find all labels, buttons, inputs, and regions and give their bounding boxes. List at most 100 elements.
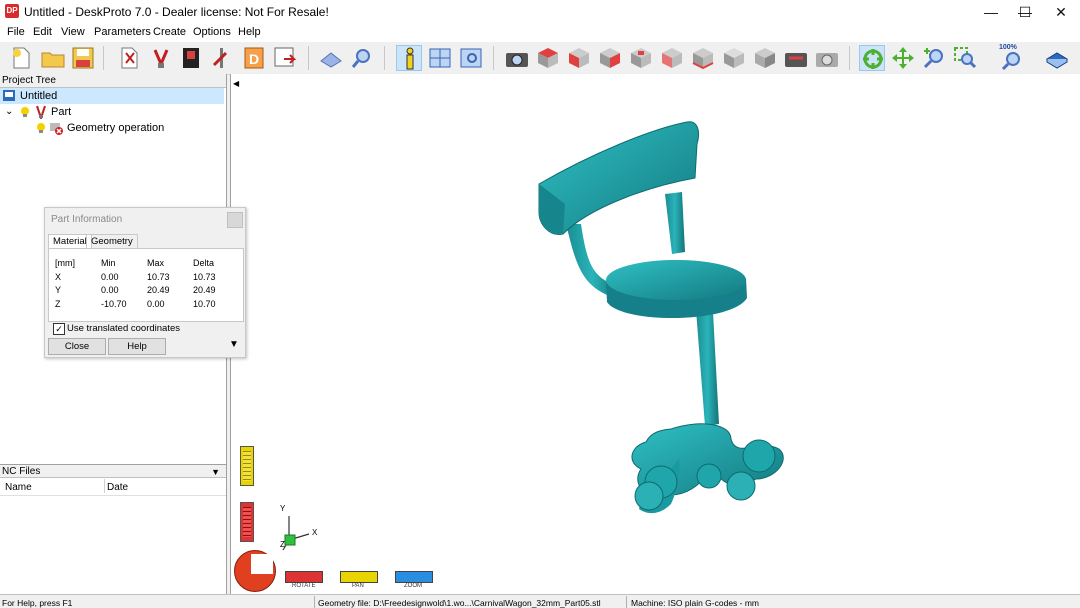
window-title: Untitled - DeskProto 7.0 - Dealer licens… bbox=[24, 5, 329, 19]
view-rotate-icon[interactable] bbox=[783, 45, 809, 71]
axis-triad bbox=[281, 506, 341, 556]
app-icon: DP bbox=[5, 4, 19, 18]
menu-options[interactable]: Options bbox=[193, 26, 231, 38]
tree-item-part[interactable]: ⌄ Part bbox=[0, 104, 224, 122]
zoom-mode-bar[interactable] bbox=[395, 571, 433, 583]
zoom-mode-label: ZOOM bbox=[404, 583, 422, 589]
row-axis: X bbox=[55, 272, 62, 282]
view-iso2-icon[interactable] bbox=[752, 45, 778, 71]
view-reset-icon[interactable] bbox=[814, 45, 840, 71]
translated-coordinates-checkbox[interactable]: ✓ bbox=[53, 323, 65, 335]
view-right-icon[interactable] bbox=[597, 45, 623, 71]
snapshot-icon[interactable] bbox=[504, 45, 530, 71]
zoom-window-icon[interactable] bbox=[952, 45, 978, 71]
col-max: Max bbox=[147, 258, 165, 268]
viewport-icon[interactable] bbox=[427, 45, 453, 71]
view-back-icon[interactable] bbox=[628, 45, 654, 71]
open-icon[interactable] bbox=[40, 45, 66, 71]
row-axis: Y bbox=[55, 285, 62, 295]
view-iso-icon[interactable] bbox=[721, 45, 747, 71]
nc-column-date[interactable]: Date bbox=[107, 482, 128, 493]
rotate-wheel[interactable] bbox=[240, 502, 254, 542]
col-unit: [mm] bbox=[55, 258, 75, 268]
row-min: 0.00 bbox=[101, 272, 119, 282]
help-button[interactable]: Help bbox=[108, 338, 166, 355]
menu-parameters[interactable]: Parameters bbox=[94, 26, 151, 38]
import-vector-icon[interactable] bbox=[148, 45, 174, 71]
axis-z-label: Z bbox=[280, 540, 285, 549]
search-icon[interactable] bbox=[349, 45, 375, 71]
menu-file[interactable]: File bbox=[7, 26, 25, 38]
dialog-close-button[interactable] bbox=[227, 212, 243, 228]
tree-item-label: Untitled bbox=[20, 90, 58, 102]
create-vector-icon[interactable] bbox=[210, 45, 236, 71]
dialog-title: Part Information bbox=[51, 214, 123, 225]
chair-model bbox=[538, 121, 784, 514]
row-delta: 20.49 bbox=[193, 285, 216, 295]
minimize-button-2[interactable]: — bbox=[974, 0, 1008, 24]
zoom-100-label: 100% bbox=[999, 44, 1017, 51]
view-left-icon[interactable] bbox=[659, 45, 685, 71]
row-max: 20.49 bbox=[147, 285, 170, 295]
chevron-down-icon[interactable]: ⌄ bbox=[5, 104, 13, 120]
import-bitmap-icon[interactable] bbox=[179, 45, 205, 71]
maximize-button[interactable]: ☐ bbox=[1008, 0, 1042, 24]
nc-files-header: NC Files ▼ bbox=[0, 464, 226, 478]
preview-icon[interactable] bbox=[458, 45, 484, 71]
project-tree-header: Project Tree bbox=[0, 74, 226, 88]
row-min: -10.70 bbox=[101, 299, 127, 309]
info-icon[interactable] bbox=[396, 45, 422, 71]
view-front-icon[interactable] bbox=[566, 45, 592, 71]
row-axis: Z bbox=[55, 299, 61, 309]
close-button[interactable]: ✕ bbox=[1044, 0, 1078, 24]
rotate-mode-icon[interactable] bbox=[859, 45, 885, 71]
rotate-mode-label: ROTATE bbox=[292, 583, 316, 589]
part-information-dialog: Part Information Material Geometry [mm] … bbox=[44, 207, 246, 358]
translated-coordinates-label: Use translated coordinates bbox=[67, 323, 181, 334]
lightbulb-icon[interactable] bbox=[36, 122, 46, 139]
row-min: 0.00 bbox=[101, 285, 119, 295]
axis-x-label: X bbox=[312, 528, 318, 537]
zoom-wheel[interactable] bbox=[240, 446, 254, 486]
expand-arrow-icon[interactable]: ▼ bbox=[229, 339, 239, 350]
pan-mode-icon[interactable] bbox=[890, 45, 916, 71]
save-icon[interactable] bbox=[70, 45, 96, 71]
nc-files-title: NC Files bbox=[2, 466, 41, 477]
geometry-operation-icon bbox=[49, 121, 63, 140]
tree-item-untitled[interactable]: Untitled bbox=[0, 88, 224, 104]
col-min: Min bbox=[101, 258, 116, 268]
menu-create[interactable]: Create bbox=[153, 26, 186, 38]
menu-edit[interactable]: Edit bbox=[33, 26, 52, 38]
menu-view[interactable]: View bbox=[61, 26, 85, 38]
tree-item-geometry-operation[interactable]: Geometry operation bbox=[0, 120, 224, 136]
3d-viewport[interactable]: ◀ Y X Z ROTATE PAN ZOOM bbox=[230, 74, 1080, 594]
create-bitmap-icon[interactable]: D bbox=[241, 45, 267, 71]
tree-item-label: Geometry operation bbox=[67, 122, 165, 134]
menu-bar: File Edit View Parameters Create Options… bbox=[0, 24, 1080, 42]
row-max: 10.73 bbox=[147, 272, 170, 282]
rotate-mode-bar[interactable] bbox=[285, 571, 323, 583]
row-max: 0.00 bbox=[147, 299, 165, 309]
dial-mask bbox=[251, 554, 273, 574]
part-info-table: [mm] Min Max Delta X 0.00 10.73 10.73 Y … bbox=[48, 248, 244, 322]
row-delta: 10.70 bbox=[193, 299, 216, 309]
pan-mode-label: PAN bbox=[352, 583, 364, 589]
pan-mode-bar[interactable] bbox=[340, 571, 378, 583]
view-bottom-icon[interactable] bbox=[690, 45, 716, 71]
status-bar: For Help, press F1 Geometry file: D:\Fre… bbox=[0, 594, 1080, 608]
import-geometry-icon[interactable] bbox=[117, 45, 143, 71]
col-delta: Delta bbox=[193, 258, 215, 268]
tab-geometry[interactable]: Geometry bbox=[86, 234, 138, 249]
dropdown-arrow-icon[interactable]: ▼ bbox=[211, 465, 220, 479]
book-icon[interactable] bbox=[1044, 45, 1070, 71]
close-button[interactable]: Close bbox=[48, 338, 106, 355]
menu-help[interactable]: Help bbox=[238, 26, 261, 38]
title-bar: DP Untitled - DeskProto 7.0 - Dealer lic… bbox=[0, 0, 1080, 24]
nc-column-name[interactable]: Name bbox=[5, 482, 32, 493]
new-icon[interactable] bbox=[8, 45, 34, 71]
column-divider[interactable] bbox=[104, 479, 105, 493]
export-icon[interactable] bbox=[272, 45, 298, 71]
cut-icon[interactable] bbox=[318, 45, 344, 71]
zoom-mode-icon[interactable] bbox=[921, 45, 947, 71]
view-top-icon[interactable] bbox=[535, 45, 561, 71]
